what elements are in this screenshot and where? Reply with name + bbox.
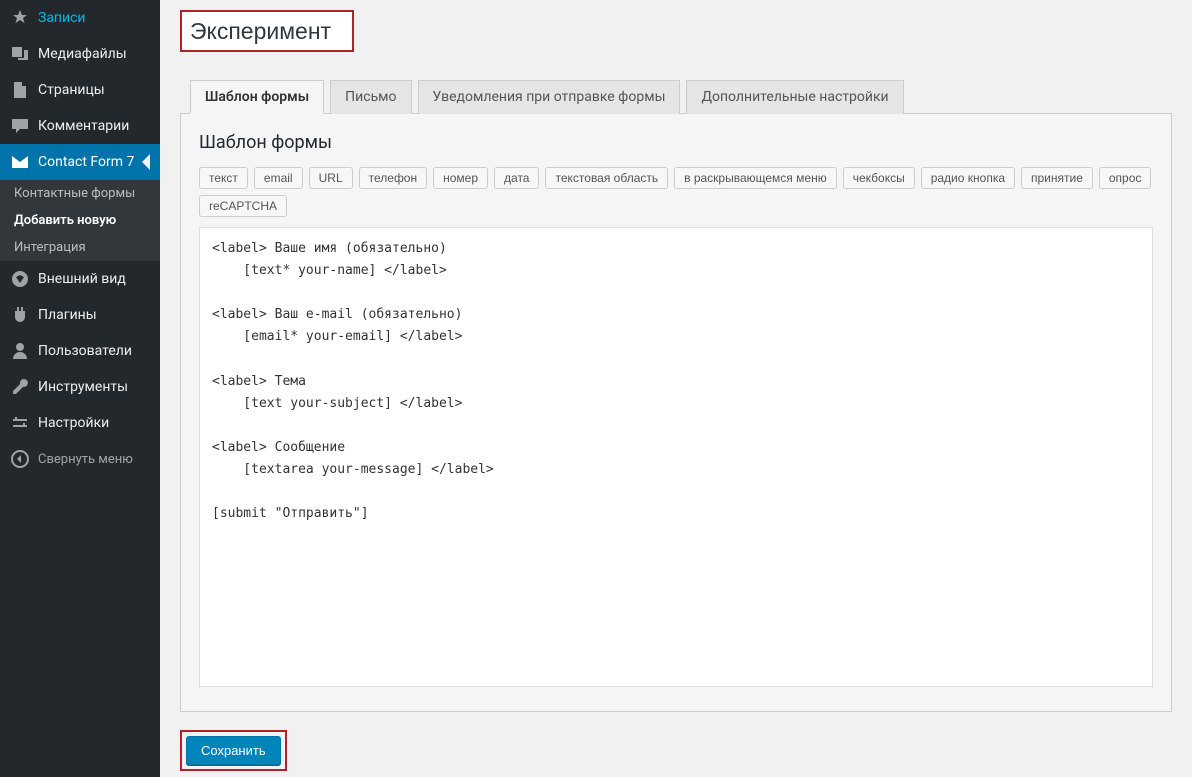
tools-icon — [10, 377, 30, 397]
sidebar-item-tools[interactable]: Инструменты — [0, 369, 160, 405]
form-title-input[interactable] — [182, 12, 352, 50]
plugins-icon — [10, 305, 30, 325]
form-code-textarea[interactable] — [199, 227, 1153, 687]
sidebar-item-label: Инструменты — [38, 379, 128, 395]
tag-btn-email[interactable]: email — [254, 167, 303, 189]
settings-icon — [10, 413, 30, 433]
sidebar-item-label: Внешний вид — [38, 271, 126, 287]
sidebar-item-settings[interactable]: Настройки — [0, 405, 160, 441]
sidebar-item-label: Страницы — [38, 82, 105, 98]
sub-item-integration[interactable]: Интеграция — [0, 234, 160, 261]
sub-item-add-new[interactable]: Добавить новую — [0, 207, 160, 234]
tag-btn-checkboxes[interactable]: чекбоксы — [843, 167, 915, 189]
tag-btn-acceptance[interactable]: принятие — [1021, 167, 1093, 189]
sidebar-item-appearance[interactable]: Внешний вид — [0, 261, 160, 297]
tag-btn-textarea[interactable]: текстовая область — [545, 167, 668, 189]
pages-icon — [10, 80, 30, 100]
sidebar-item-label: Настройки — [38, 415, 109, 431]
title-highlight-box — [180, 10, 354, 52]
tag-btn-radio[interactable]: радио кнопка — [921, 167, 1015, 189]
tag-btn-date[interactable]: дата — [494, 167, 539, 189]
panel-heading: Шаблон формы — [199, 132, 1153, 153]
media-icon — [10, 44, 30, 64]
tabs-container: Шаблон формы Письмо Уведомления при отпр… — [180, 70, 1172, 712]
sidebar-item-comments[interactable]: Комментарии — [0, 108, 160, 144]
tabs-nav: Шаблон формы Письмо Уведомления при отпр… — [180, 80, 1172, 114]
sub-item-contact-forms[interactable]: Контактные формы — [0, 180, 160, 207]
sidebar-item-pages[interactable]: Страницы — [0, 72, 160, 108]
tag-btn-url[interactable]: URL — [309, 167, 353, 189]
save-button[interactable]: Сохранить — [186, 736, 281, 765]
collapse-menu[interactable]: Свернуть меню — [0, 441, 160, 477]
mail-icon — [10, 152, 30, 172]
sidebar-item-contact-form[interactable]: Contact Form 7 — [0, 144, 160, 180]
tag-generator-buttons: текст email URL телефон номер дата текст… — [199, 167, 1153, 217]
collapse-icon — [10, 449, 30, 469]
sidebar-item-plugins[interactable]: Плагины — [0, 297, 160, 333]
sidebar-item-label: Комментарии — [38, 118, 129, 134]
sidebar-item-label: Пользователи — [38, 343, 132, 359]
users-icon — [10, 341, 30, 361]
sidebar-submenu: Контактные формы Добавить новую Интеграц… — [0, 180, 160, 261]
main-content: Шаблон формы Письмо Уведомления при отпр… — [160, 0, 1192, 777]
tag-btn-quiz[interactable]: опрос — [1099, 167, 1152, 189]
sidebar-item-posts[interactable]: Записи — [0, 0, 160, 36]
comment-icon — [10, 116, 30, 136]
tab-additional[interactable]: Дополнительные настройки — [686, 80, 903, 114]
sidebar-item-users[interactable]: Пользователи — [0, 333, 160, 369]
tag-btn-text[interactable]: текст — [199, 167, 248, 189]
tab-mail[interactable]: Письмо — [330, 80, 411, 114]
sidebar-item-label: Плагины — [38, 307, 97, 323]
save-highlight-box: Сохранить — [180, 730, 287, 771]
tab-messages[interactable]: Уведомления при отправке формы — [418, 80, 681, 114]
tag-btn-dropdown[interactable]: в раскрывающемся меню — [674, 167, 837, 189]
sidebar-item-media[interactable]: Медиафайлы — [0, 36, 160, 72]
appearance-icon — [10, 269, 30, 289]
tag-btn-tel[interactable]: телефон — [359, 167, 428, 189]
sidebar-item-label: Записи — [38, 10, 86, 26]
sidebar-item-label: Медиафайлы — [38, 46, 127, 62]
form-template-panel: Шаблон формы текст email URL телефон ном… — [180, 114, 1172, 712]
sidebar-item-label: Contact Form 7 — [38, 154, 134, 170]
tag-btn-number[interactable]: номер — [433, 167, 488, 189]
tab-form-template[interactable]: Шаблон формы — [190, 80, 324, 114]
pin-icon — [10, 8, 30, 28]
tag-btn-recaptcha[interactable]: reCAPTCHA — [199, 195, 287, 217]
collapse-label: Свернуть меню — [38, 452, 133, 467]
admin-sidebar: Записи Медиафайлы Страницы Комментарии C… — [0, 0, 160, 777]
